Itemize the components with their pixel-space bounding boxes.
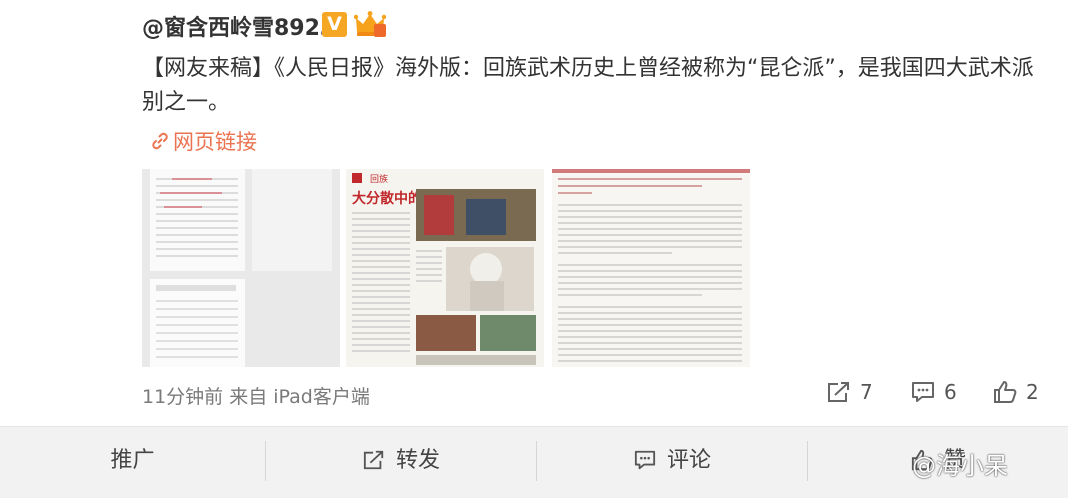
post-image-3[interactable]: [552, 169, 750, 367]
comment-label: 评论: [666, 448, 711, 473]
comment-icon: [912, 382, 934, 402]
promote-button[interactable]: 推广: [0, 427, 265, 498]
newspaper-page-thumbnail: 回族 大分散中的小聚居: [346, 169, 544, 367]
repost-count: 7: [860, 380, 873, 404]
share-icon: [363, 450, 384, 470]
crown-member-icon: [354, 11, 386, 37]
newspaper-section-label: 回族: [370, 173, 388, 185]
post-image-1[interactable]: [142, 169, 340, 367]
post-meta: 11分钟前 来自 iPad客户端: [142, 386, 370, 408]
action-bar: 推广 转发 评论 赞: [0, 426, 1068, 498]
repost-label: 转发: [395, 448, 440, 473]
repost-button[interactable]: 转发: [266, 427, 536, 498]
repost-stat[interactable]: 7: [826, 380, 873, 404]
like-stat[interactable]: 2: [992, 380, 1039, 404]
like-count: 2: [1026, 380, 1039, 404]
thumbs-up-icon: [994, 381, 1017, 403]
comment-stat[interactable]: 6: [910, 380, 957, 404]
chain-link-icon: [152, 132, 168, 150]
web-link-label: 网页链接: [173, 130, 257, 154]
weibo-post-card: @窗含西岭雪8923 V 【网友来稿】《人民日报》海外版：回族武术历史上曾经被称…: [0, 0, 1068, 425]
weibo-watermark: @海小呆: [912, 452, 1008, 480]
comment-icon: [634, 450, 656, 470]
newspaper-thumbnail: [142, 169, 340, 367]
share-icon: [828, 382, 849, 402]
web-link[interactable]: 网页链接: [150, 126, 257, 156]
comment-count: 6: [944, 380, 957, 404]
post-image-2[interactable]: 回族 大分散中的小聚居: [346, 169, 544, 367]
promote-label: 推广: [110, 448, 155, 473]
comment-button[interactable]: 评论: [537, 427, 807, 498]
post-username[interactable]: @窗含西岭雪8923: [142, 10, 335, 42]
newspaper-text-thumbnail: [552, 169, 750, 367]
post-text: 【网友来稿】《人民日报》海外版：回族武术历史上曾经被称为“昆仑派”，是我国四大武…: [142, 56, 1034, 115]
verified-v-icon: V: [322, 12, 347, 37]
